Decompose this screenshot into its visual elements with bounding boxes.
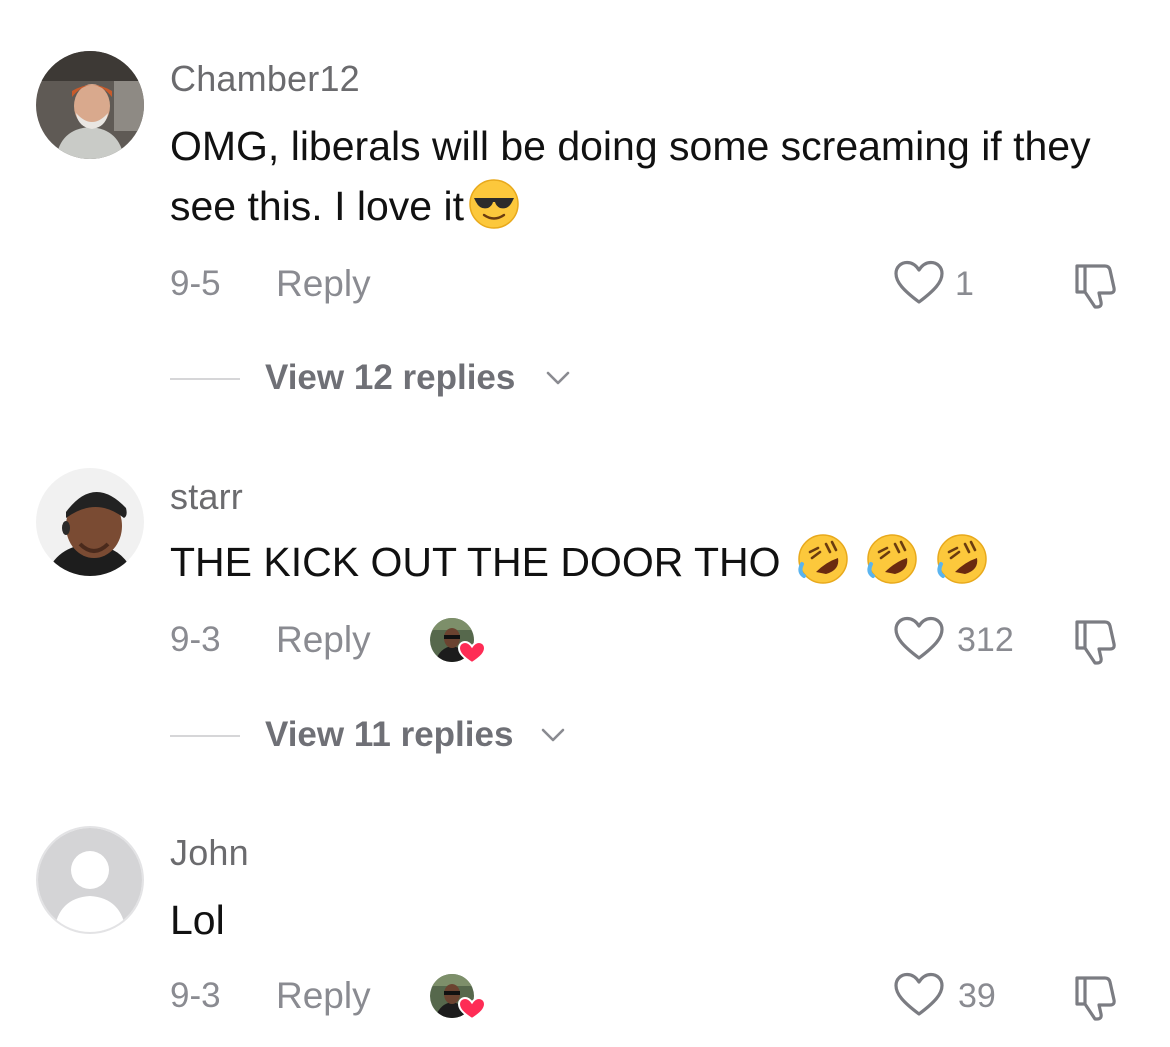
creator-liked-heart-icon xyxy=(457,640,487,665)
thumbs-down-outline-icon[interactable] xyxy=(1071,974,1123,1027)
comment-date: 9-3 xyxy=(170,976,221,1015)
creator-liked-heart-icon xyxy=(457,996,487,1021)
creator-liked-badge xyxy=(428,972,487,1022)
comment-actions: 9-3 Reply 39 xyxy=(0,972,1170,1022)
comment-username[interactable]: John xyxy=(170,832,249,874)
reply-button[interactable]: Reply xyxy=(276,263,371,305)
comment-body: THE KICK OUT THE DOOR THO xyxy=(170,539,781,585)
comment-body: OMG, liberals will be doing some screami… xyxy=(170,123,1091,229)
comment-text: THE KICK OUT THE DOOR THO xyxy=(170,532,1145,602)
creator-liked-badge xyxy=(428,616,487,666)
avatar[interactable] xyxy=(36,468,144,576)
thumbs-down-outline-icon[interactable] xyxy=(1071,618,1123,671)
view-replies-label: View 11 replies xyxy=(265,715,514,754)
divider xyxy=(170,735,240,737)
like-count: 1 xyxy=(955,265,974,303)
comment-actions: 9-5 Reply 1 xyxy=(0,260,1170,310)
avatar[interactable] xyxy=(36,826,144,934)
reply-button[interactable]: Reply xyxy=(276,975,371,1017)
comment-username[interactable]: starr xyxy=(170,476,243,518)
comment-date: 9-5 xyxy=(170,264,221,303)
comment-body: Lol xyxy=(170,897,225,943)
like-count: 39 xyxy=(958,977,996,1015)
view-replies-button[interactable]: View 12 replies xyxy=(0,356,1170,404)
comment-text: OMG, liberals will be doing some screami… xyxy=(170,116,1145,246)
comment-actions: 9-3 Reply 312 xyxy=(0,616,1170,666)
view-replies-label: View 12 replies xyxy=(265,358,516,397)
comment-text: Lol xyxy=(170,890,1145,950)
reply-button[interactable]: Reply xyxy=(276,619,371,661)
thumbs-down-outline-icon[interactable] xyxy=(1071,262,1123,315)
heart-outline-icon[interactable] xyxy=(893,972,945,1023)
chevron-down-icon xyxy=(538,725,568,750)
chevron-down-icon xyxy=(543,368,573,393)
rolling-on-floor-laughing-icon xyxy=(935,532,989,602)
divider xyxy=(170,378,240,380)
comment-date: 9-3 xyxy=(170,620,221,659)
view-replies-button[interactable]: View 11 replies xyxy=(0,713,1170,761)
comment-username[interactable]: Chamber12 xyxy=(170,58,360,100)
like-count: 312 xyxy=(957,621,1014,659)
heart-outline-icon[interactable] xyxy=(893,260,945,311)
rolling-on-floor-laughing-icon xyxy=(865,532,919,602)
heart-outline-icon[interactable] xyxy=(893,616,945,667)
avatar[interactable] xyxy=(36,51,144,159)
rolling-on-floor-laughing-icon xyxy=(796,532,850,602)
smiling-face-with-sunglasses-icon xyxy=(468,178,520,246)
